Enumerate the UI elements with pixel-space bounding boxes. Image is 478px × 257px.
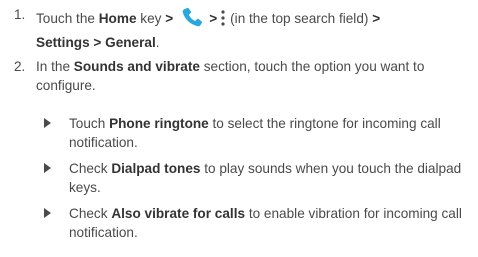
bullet-text-segment: Check — [69, 206, 112, 221]
arrow-separator: > — [372, 11, 381, 26]
option-name-label: Dialpad tones — [111, 161, 201, 176]
bullet-text-segment: Check — [69, 161, 112, 176]
triangle-bullet-icon — [44, 208, 51, 218]
step-text-segment: key — [136, 11, 166, 26]
step-text-segment: . — [155, 34, 160, 50]
step-text-segment: (in the top search field) — [230, 11, 373, 26]
step-text-segment: In the — [36, 59, 74, 74]
bullet-text: Touch Phone ringtone to select the ringt… — [69, 115, 474, 152]
arrow-separator: > — [209, 11, 218, 26]
settings-path-label: Settings > General — [36, 34, 156, 50]
bullet-text: Check Also vibrate for calls to enable v… — [69, 205, 474, 242]
step-number: 2. — [14, 59, 26, 74]
section-name-label: Sounds and vibrate — [73, 59, 200, 74]
bullet-text: Check Dialpad tones to play sounds when … — [69, 160, 474, 197]
triangle-bullet-icon — [44, 118, 51, 128]
bullet-text-segment: Touch — [69, 116, 110, 131]
option-name-label: Phone ringtone — [109, 116, 209, 131]
triangle-bullet-icon — [44, 163, 51, 173]
arrow-separator: > — [165, 11, 174, 26]
step-number: 1. — [14, 7, 26, 22]
step-text: Touch the Home key > > (in the top search … — [36, 6, 476, 52]
phone-icon — [181, 6, 203, 34]
home-key-label: Home — [98, 11, 137, 26]
menu-icon — [221, 10, 225, 32]
option-name-label: Also vibrate for calls — [111, 206, 246, 221]
step-text: In the Sounds and vibrate section, touch… — [36, 58, 476, 95]
step-text-segment: Touch the — [36, 11, 99, 26]
